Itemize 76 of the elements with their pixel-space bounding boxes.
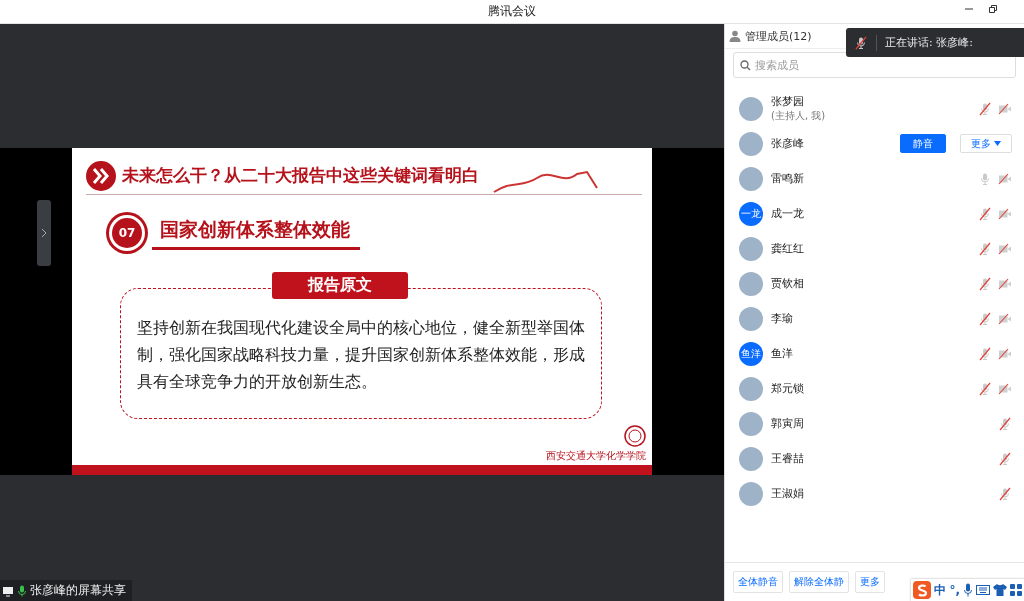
- mic-muted-icon[interactable]: [998, 416, 1012, 431]
- avatar: [739, 446, 763, 471]
- mic-muted-icon[interactable]: [978, 206, 992, 221]
- search-field[interactable]: 搜索成员: [733, 52, 1016, 78]
- screen-share-label: 张彦峰的屏幕共享: [30, 582, 126, 599]
- grid-icon[interactable]: [1010, 584, 1022, 596]
- person-icon: [729, 30, 741, 42]
- mute-button[interactable]: 静音: [900, 134, 946, 153]
- avatar: [739, 481, 763, 506]
- camera-off-icon[interactable]: [998, 346, 1012, 361]
- mic-muted-icon[interactable]: [998, 451, 1012, 466]
- camera-off-icon[interactable]: [998, 101, 1012, 116]
- mic-icon[interactable]: [963, 583, 973, 597]
- mic-muted-icon[interactable]: [978, 311, 992, 326]
- member-name: 张梦园: [771, 94, 805, 109]
- keyboard-icon[interactable]: [976, 585, 990, 595]
- mic-muted-icon[interactable]: [978, 241, 992, 256]
- caret-icon: [994, 141, 1001, 146]
- member-name: 李瑜: [771, 311, 794, 326]
- avatar: [739, 376, 763, 401]
- avatar: [739, 96, 763, 121]
- member-name: 贾钦相: [771, 276, 805, 291]
- member-name: 雷鸣新: [771, 171, 805, 186]
- avatar: [739, 131, 763, 156]
- quote-label: 报告原文: [272, 271, 408, 299]
- camera-off-icon[interactable]: [998, 311, 1012, 326]
- more-button[interactable]: 更多: [960, 134, 1012, 153]
- mic-muted-icon[interactable]: [978, 346, 992, 361]
- member-name: 王淑娟: [771, 486, 805, 501]
- member-name: 王睿喆: [771, 451, 805, 466]
- speaking-text: 正在讲话: 张彦峰:: [885, 35, 973, 50]
- avatar: [739, 166, 763, 191]
- camera-off-icon[interactable]: [998, 276, 1012, 291]
- member-name: 龚红红: [771, 241, 805, 256]
- mic-muted-icon: [854, 35, 868, 50]
- slide-header: 未来怎么干？从二十大报告中这些关键词看明白: [122, 164, 479, 187]
- camera-off-icon[interactable]: [998, 206, 1012, 221]
- mic-muted-icon[interactable]: [978, 276, 992, 291]
- side-handle[interactable]: [37, 200, 51, 266]
- quote-text: 坚持创新在我国现代化建设全局中的核心地位，健全新型举国体制，强化国家战略科技力量，提升国家创新体系整体效能，形成具有全球竞争力的开放创新生态。: [137, 317, 585, 393]
- seal-icon: [624, 424, 646, 447]
- ime-key[interactable]: 中: [934, 581, 947, 599]
- restore-icon[interactable]: [988, 4, 998, 14]
- footer-button[interactable]: 全体静音: [733, 571, 783, 593]
- window-title: 腾讯会议: [488, 3, 536, 20]
- member-name: 张彦峰: [771, 136, 805, 151]
- chevron-right-icon[interactable]: [41, 228, 47, 238]
- screen-share-icon: [2, 584, 14, 597]
- mic-icon: [17, 584, 27, 597]
- search-icon: [740, 59, 751, 71]
- avatar: 鱼洋: [739, 341, 763, 366]
- avatar: [739, 236, 763, 261]
- member-name: 郑元锁: [771, 381, 805, 396]
- logo-text: 西安交通大学化学学院: [546, 448, 646, 463]
- avatar: [739, 271, 763, 296]
- member-role: (主持人, 我): [771, 109, 827, 123]
- avatar: [739, 411, 763, 436]
- panel-title: 管理成员(12): [745, 28, 812, 44]
- avatar: 一龙: [739, 201, 763, 226]
- mic-muted-icon[interactable]: [978, 381, 992, 396]
- footer-button[interactable]: 解除全体静: [789, 571, 849, 593]
- member-name: 成一龙: [771, 206, 805, 221]
- mic-muted-icon[interactable]: [978, 101, 992, 116]
- camera-off-icon[interactable]: [998, 381, 1012, 396]
- mic-muted-icon[interactable]: [998, 486, 1012, 501]
- avatar: [739, 306, 763, 331]
- camera-off-icon[interactable]: [998, 241, 1012, 256]
- footer-button[interactable]: 更多: [855, 571, 885, 593]
- member-name: 郭寅周: [771, 416, 805, 431]
- section-title: 国家创新体系整体效能: [152, 216, 360, 250]
- chevron-badge-icon: [86, 160, 116, 191]
- s-logo-icon[interactable]: [913, 581, 932, 599]
- member-name: 鱼洋: [771, 346, 794, 361]
- camera-off-icon[interactable]: [998, 171, 1012, 186]
- shirt-icon[interactable]: [993, 584, 1007, 596]
- ime-key[interactable]: °,: [949, 583, 960, 597]
